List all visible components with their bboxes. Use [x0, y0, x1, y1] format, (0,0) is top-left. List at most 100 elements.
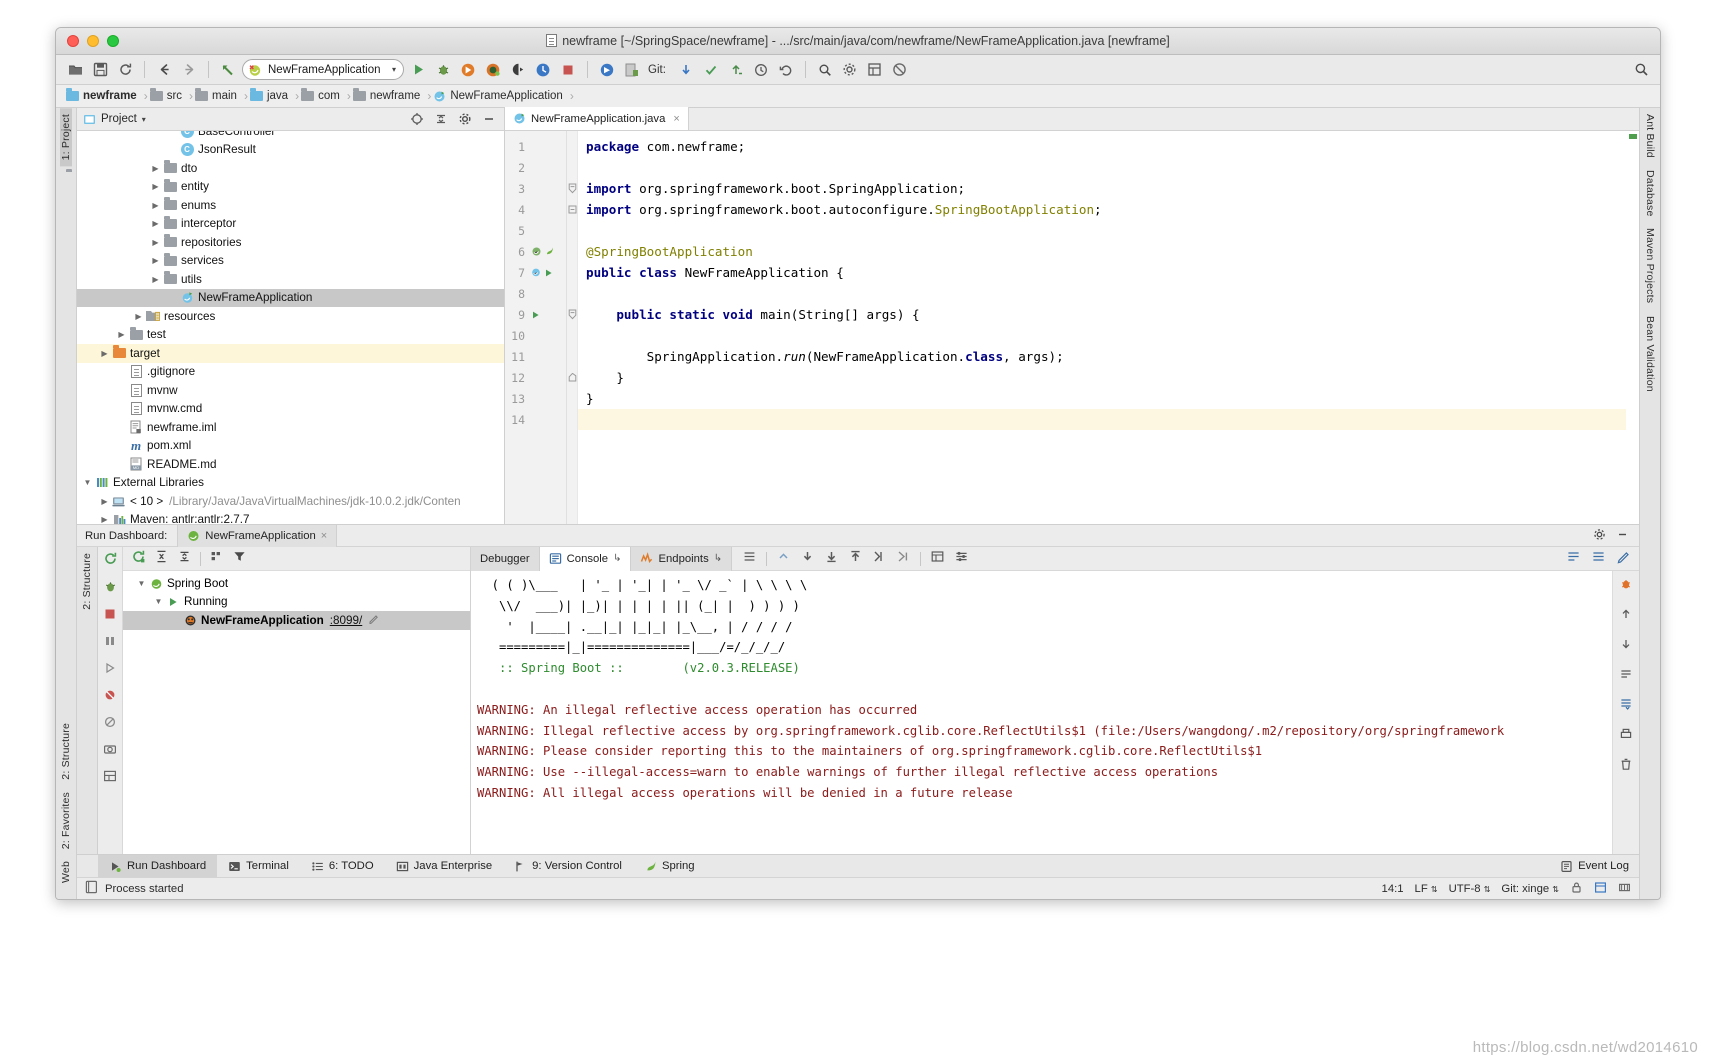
git-commit-icon[interactable]: [700, 59, 722, 81]
breadcrumb-item-class[interactable]: NewFrameApplication: [431, 85, 570, 108]
project-panel-title-group[interactable]: Project ▾: [83, 113, 146, 126]
group-icon[interactable]: [209, 549, 224, 569]
scroll-to-end-icon[interactable]: [1619, 697, 1633, 716]
chevron-right-icon[interactable]: ▶: [132, 312, 145, 321]
status-right-group[interactable]: 14:1 LF ⇅ UTF-8 ⇅ Git: xinge ⇅: [1382, 881, 1631, 897]
fold-marker[interactable]: [567, 199, 577, 220]
back-arrow-icon[interactable]: [153, 59, 175, 81]
project-tree-row[interactable]: ▶Maven: antlr:antlr:2.7.7: [77, 511, 504, 525]
gutter-line[interactable]: 11: [505, 346, 566, 367]
code-line[interactable]: }: [578, 388, 1626, 409]
run-dashboard-row[interactable]: ▶NewFrameApplication:8099/: [123, 611, 470, 630]
console-tools[interactable]: [732, 549, 969, 569]
sidebar-item-database[interactable]: Database: [1644, 164, 1656, 223]
step-into-icon[interactable]: [824, 549, 839, 569]
project-tree-row[interactable]: ▶resources: [77, 307, 504, 326]
chevron-right-icon[interactable]: ▶: [149, 182, 162, 191]
project-tree-row[interactable]: ▶enums: [77, 196, 504, 215]
tab-endpoints[interactable]: Endpoints ↳: [631, 547, 732, 571]
bottom-tab-version-control[interactable]: 9: Version Control: [503, 855, 633, 878]
deploy-icon[interactable]: [621, 59, 643, 81]
right-tool-rail[interactable]: Ant Build Database Maven Projects Bean V…: [1639, 108, 1660, 899]
code-line[interactable]: package com.newframe;: [578, 136, 1626, 157]
console-right-tools[interactable]: [1566, 549, 1639, 569]
breadcrumb-item-src[interactable]: src: [148, 85, 189, 108]
wrap-text-icon[interactable]: [1566, 549, 1581, 569]
chevron-right-icon[interactable]: ▶: [149, 275, 162, 284]
code-folding-column[interactable]: [567, 131, 578, 524]
bottom-tab-todo[interactable]: 6: TODO: [300, 855, 385, 878]
fold-marker[interactable]: [567, 409, 577, 430]
project-tree-row[interactable]: ▶mvnw: [77, 381, 504, 400]
project-tree-row[interactable]: ▶MDREADME.md: [77, 455, 504, 474]
pin-tab-icon[interactable]: ↳: [613, 553, 621, 564]
project-panel-header[interactable]: Project ▾: [77, 108, 504, 131]
update-app-icon[interactable]: [532, 59, 554, 81]
gutter-line[interactable]: 9: [505, 304, 566, 325]
chevron-down-icon[interactable]: ▾: [392, 65, 396, 74]
breadcrumb-item-main[interactable]: main: [193, 85, 244, 108]
git-update-icon[interactable]: [675, 59, 697, 81]
chevron-right-icon[interactable]: ▶: [98, 497, 111, 506]
delete-icon[interactable]: [1619, 757, 1633, 776]
tab-debugger[interactable]: Debugger: [471, 547, 540, 571]
fold-marker[interactable]: [567, 346, 577, 367]
bug-icon[interactable]: [1619, 577, 1633, 596]
fold-marker[interactable]: [567, 178, 577, 199]
bottom-tool-tabs[interactable]: Run Dashboard Terminal 6: TODO Java Ente…: [77, 854, 1639, 877]
project-tree-row[interactable]: ▶services: [77, 252, 504, 271]
edit-icon[interactable]: [368, 613, 379, 627]
filter-icon[interactable]: [232, 549, 247, 569]
fold-marker[interactable]: [567, 241, 577, 262]
debug-button[interactable]: [432, 59, 454, 81]
project-tree-row[interactable]: ▶interceptor: [77, 215, 504, 234]
sidebar-item-web[interactable]: Web: [60, 855, 72, 889]
debug-icon[interactable]: [103, 579, 118, 599]
event-log-button[interactable]: Event Log: [1560, 860, 1639, 873]
status-bar[interactable]: Process started 14:1 LF ⇅ UTF-8 ⇅ Git: x…: [77, 877, 1639, 899]
breadcrumb-item-newframe[interactable]: newframe: [64, 85, 144, 108]
layout-icon[interactable]: [103, 769, 117, 788]
code-area[interactable]: 1234567891011121314 package com.newframe…: [505, 131, 1639, 524]
gutter-line[interactable]: 10: [505, 325, 566, 346]
chevron-down-icon[interactable]: ▼: [135, 579, 148, 588]
editor-tab-newframeapplication[interactable]: NewFrameApplication.java ×: [505, 107, 689, 130]
code-line[interactable]: [578, 283, 1626, 304]
run-dashboard-row[interactable]: ▼Running: [123, 593, 470, 612]
toolbar-right-group[interactable]: [1630, 59, 1652, 81]
back-to-source-icon[interactable]: [217, 59, 239, 81]
bottom-tab-spring[interactable]: Spring: [633, 855, 706, 878]
code-line[interactable]: [578, 220, 1626, 241]
run-panel-controls[interactable]: [1593, 528, 1639, 544]
project-structure-icon[interactable]: [864, 59, 886, 81]
chevron-down-icon[interactable]: ▼: [152, 597, 165, 606]
stop-icon[interactable]: [103, 607, 117, 626]
gutter-line[interactable]: 6: [505, 241, 566, 262]
sidebar-item-project[interactable]: 1: Project: [60, 108, 72, 166]
chevron-down-icon[interactable]: ▼: [81, 478, 94, 487]
fold-marker[interactable]: [567, 325, 577, 346]
run-dashboard-tab[interactable]: NewFrameApplication ×: [177, 525, 337, 547]
scroll-end-icon[interactable]: [1591, 549, 1606, 569]
run-to-cursor-icon[interactable]: [872, 549, 887, 569]
run-button[interactable]: [407, 59, 429, 81]
project-tree-row[interactable]: ▶newframe.iml: [77, 418, 504, 437]
project-tree-row[interactable]: ▶entity: [77, 178, 504, 197]
scroll-from-source-icon[interactable]: [408, 110, 426, 128]
expand-all-icon[interactable]: [154, 549, 169, 569]
sidebar-item-favorites[interactable]: 2: Favorites: [60, 786, 72, 855]
settings-gear-icon[interactable]: [839, 59, 861, 81]
debug-pointer-icon[interactable]: [596, 59, 618, 81]
fold-marker[interactable]: [567, 136, 577, 157]
file-encoding[interactable]: UTF-8 ⇅: [1449, 883, 1491, 895]
sidebar-item-ant-build[interactable]: Ant Build: [1644, 108, 1656, 164]
code-content[interactable]: package com.newframe; import org.springf…: [578, 131, 1626, 524]
breadcrumb[interactable]: newframe › src › main › java › com › new…: [56, 85, 1660, 108]
code-line[interactable]: @SpringBootApplication: [578, 241, 1626, 262]
fold-marker[interactable]: [567, 220, 577, 241]
print-icon[interactable]: [1619, 727, 1633, 746]
spring-boot-tree[interactable]: ▼Spring Boot▼Running▶NewFrameApplication…: [123, 571, 470, 854]
code-line[interactable]: }: [578, 367, 1626, 388]
breadcrumb-item-newframe-pkg[interactable]: newframe: [351, 85, 428, 108]
chevron-right-icon[interactable]: ▶: [149, 256, 162, 265]
